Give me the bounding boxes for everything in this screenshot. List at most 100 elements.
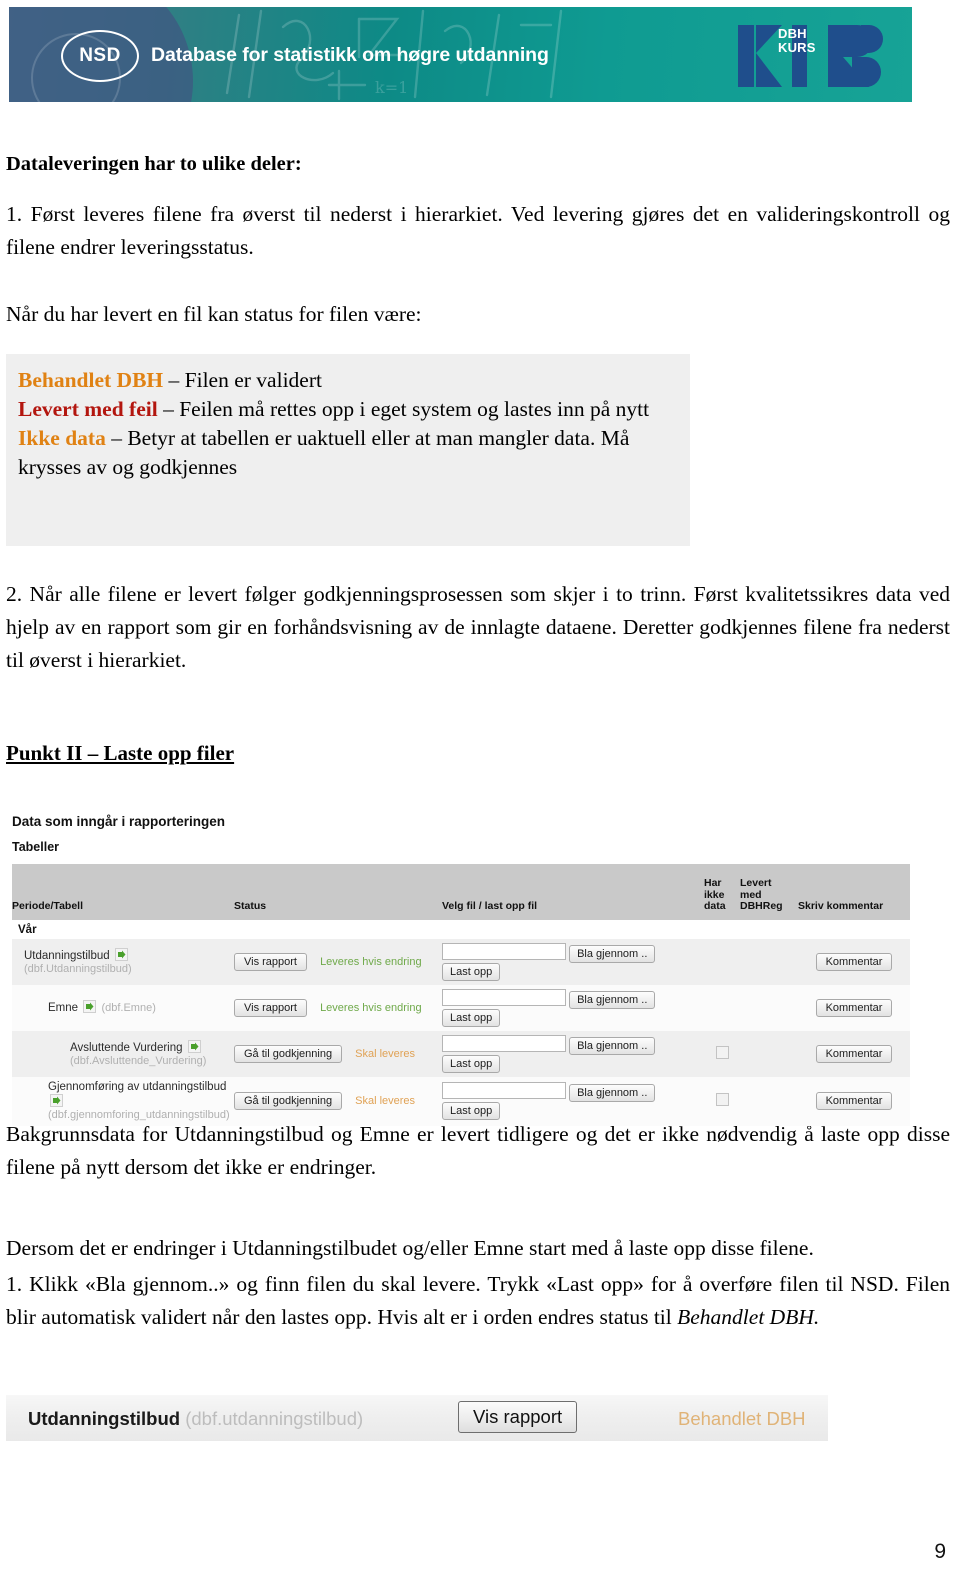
table-header-row: Periode/Tabell Status Velg fil / last op… — [12, 864, 910, 920]
kommentar-button[interactable]: Kommentar — [815, 998, 893, 1017]
file-path-input[interactable] — [442, 988, 566, 1006]
table-dbf-name: (dbf.Utdanningstilbud) — [24, 962, 132, 975]
table-row[interactable]: Emne (dbf.Emne) Vis rapport Leveres hvis… — [12, 984, 910, 1031]
last-opp-button[interactable]: Last opp — [442, 1008, 501, 1027]
file-path-input[interactable] — [442, 942, 566, 960]
go-arrow-icon[interactable] — [187, 1039, 201, 1053]
go-arrow-icon[interactable] — [83, 1000, 97, 1013]
cell-har-ikke-data — [704, 938, 740, 985]
ga-til-godkjenning-button[interactable]: Gå til godkjenning — [234, 1044, 343, 1063]
app-section-title: Data som inngår i rapporteringen — [12, 814, 226, 829]
last-opp-button[interactable]: Last opp — [442, 1102, 501, 1120]
table-name: Gjennomføring av utdanningstilbud — [48, 1080, 227, 1093]
status-legend-item-ikke-data: Ikke data – Betyr at tabellen er uaktuel… — [18, 424, 678, 482]
status-badge: Skal leveres — [355, 1047, 416, 1060]
vis-rapport-button[interactable]: Vis rapport — [234, 998, 307, 1017]
strip-table-name-block: Utdanningstilbud (dbf.utdanningstilbud) — [28, 1408, 363, 1430]
cell-velg-fil: Bla gjennom .. Last opp — [442, 938, 704, 985]
last-opp-button[interactable]: Last opp — [442, 962, 501, 981]
cell-periode-tabell: Gjennomføring av utdanningstilbud (dbf.g… — [12, 1076, 234, 1126]
table-name: Emne — [48, 1002, 79, 1014]
vis-rapport-button[interactable]: Vis rapport — [234, 952, 307, 971]
column-header-status: Status — [234, 900, 267, 912]
app-section-subtitle: Tabeller — [12, 840, 60, 854]
har-ikke-data-line3: data — [704, 900, 726, 912]
column-header-periode-tabell: Periode/Tabell — [12, 900, 83, 912]
table-name-block: Gjennomføring av utdanningstilbud (dbf.g… — [12, 1081, 234, 1122]
cell-levert-med-dbhreg — [740, 938, 798, 985]
har-ikke-data-checkbox[interactable] — [715, 1093, 729, 1106]
kommentar-button[interactable]: Kommentar — [815, 1092, 893, 1110]
kommentar-button[interactable]: Kommentar — [815, 952, 893, 971]
status-legend-item-behandlet: Behandlet DBH – Filen er validert — [18, 366, 678, 395]
table-dbf-name: (dbf.gjennomforing_utdanningstilbud) — [48, 1108, 230, 1121]
status-label-behandlet-dbh: Behandlet DBH — [18, 368, 164, 392]
cell-status: Gå til godkjenning Skal leveres — [234, 1030, 442, 1077]
kommentar-button[interactable]: Kommentar — [815, 1044, 893, 1063]
group-label-var: Vår — [12, 919, 910, 939]
strip-table-dbf-name: (dbf.utdanningstilbud) — [185, 1408, 364, 1429]
dbh-label: DBH — [778, 26, 807, 41]
cell-levert-med-dbhreg — [740, 984, 798, 1031]
table-row[interactable]: Avsluttende Vurdering (dbf.Avsluttende_V… — [12, 1030, 910, 1077]
status-dash-0: – — [163, 368, 185, 392]
cell-har-ikke-data — [704, 1076, 740, 1126]
cell-velg-fil: Bla gjennom .. Last opp — [442, 1076, 704, 1126]
dbh-kurs-logo: DBH KURS — [736, 19, 884, 91]
status-dash-1: – — [157, 397, 180, 421]
column-header-velg-fil: Velg fil / last opp fil — [442, 900, 538, 912]
ga-til-godkjenning-button[interactable]: Gå til godkjenning — [234, 1092, 343, 1110]
table-dbf-name: (dbf.Emne) — [101, 1002, 156, 1014]
cell-har-ikke-data — [704, 1030, 740, 1077]
page-number: 9 — [934, 1540, 946, 1563]
column-header-levert-med-dbhreg: Levert med DBHReg — [740, 864, 798, 920]
section-heading-punkt-ii: Punkt II – Laste opp filer — [6, 741, 235, 765]
paragraph-bakgrunnsdata: Bakgrunnsdata for Utdanningstilbud og Em… — [6, 1122, 950, 1179]
deliveries-table: Periode/Tabell Status Velg fil / last op… — [12, 864, 910, 1126]
status-badge: Leveres hvis endring — [320, 1001, 422, 1014]
bla-gjennom-button[interactable]: Bla gjennom .. — [569, 990, 656, 1009]
file-path-input[interactable] — [442, 1082, 566, 1099]
banner-title: Database for statistikk om høgre utdanni… — [151, 44, 549, 66]
cell-status: Vis rapport Leveres hvis endring — [234, 938, 442, 985]
cell-periode-tabell: Utdanningstilbud (dbf.Utdanningstilbud) — [12, 938, 234, 985]
cell-levert-med-dbhreg — [740, 1076, 798, 1126]
cell-levert-med-dbhreg — [740, 1030, 798, 1077]
table-dbf-name: (dbf.Avsluttende_Vurdering) — [70, 1054, 207, 1067]
cell-har-ikke-data — [704, 984, 740, 1031]
cell-kommentar: Kommentar — [798, 1030, 910, 1077]
last-opp-button[interactable]: Last opp — [442, 1054, 501, 1073]
banner-background: k=1 NSD Database for statistikk om høgre… — [9, 7, 912, 102]
cell-periode-tabell: Avsluttende Vurdering (dbf.Avsluttende_V… — [12, 1030, 234, 1077]
har-ikke-data-checkbox[interactable] — [715, 1045, 729, 1059]
status-badge: Leveres hvis endring — [320, 955, 422, 968]
embedded-app-screenshot: Data som inngår i rapporteringen Tabelle… — [8, 808, 914, 1126]
table-body: Vår Utdanningstilbud (dbf.Utdanningstilb… — [12, 919, 910, 1126]
status-label-levert-med-feil: Levert med feil — [18, 397, 158, 421]
file-path-input[interactable] — [442, 1034, 566, 1052]
table-name: Avsluttende Vurdering — [70, 1041, 183, 1054]
table-row[interactable]: Gjennomføring av utdanningstilbud (dbf.g… — [12, 1076, 910, 1126]
go-arrow-icon[interactable] — [114, 947, 128, 961]
table-row[interactable]: Utdanningstilbud (dbf.Utdanningstilbud) … — [12, 938, 910, 985]
bla-gjennom-button[interactable]: Bla gjennom .. — [569, 1036, 656, 1055]
bottom-strip-screenshot: Utdanningstilbud (dbf.utdanningstilbud) … — [6, 1395, 828, 1441]
paragraph-status-intro: Når du har levert en fil kan status for … — [6, 302, 422, 326]
paragraph-klikk-italic-status: Behandlet DBH. — [677, 1305, 820, 1329]
bla-gjennom-button[interactable]: Bla gjennom .. — [569, 1084, 656, 1102]
cell-velg-fil: Bla gjennom .. Last opp — [442, 1030, 704, 1077]
go-arrow-icon[interactable] — [50, 1093, 63, 1107]
nsd-logo-text: NSD — [79, 45, 121, 66]
paragraph-klikk-bla-gjennom: 1. Klikk «Bla gjennom..» og finn filen d… — [6, 1268, 950, 1334]
cell-kommentar: Kommentar — [798, 938, 910, 985]
strip-vis-rapport-button[interactable]: Vis rapport — [458, 1401, 578, 1433]
table-group-row-var: Vår — [12, 919, 910, 939]
status-dash-2: – — [105, 426, 128, 450]
bla-gjennom-button[interactable]: Bla gjennom .. — [569, 944, 656, 963]
kurs-label: KURS — [778, 39, 816, 55]
cell-status: Vis rapport Leveres hvis endring — [234, 984, 442, 1031]
svg-text:k=1: k=1 — [375, 78, 408, 97]
status-legend-item-levert-med-feil: Levert med feil – Feilen må rettes opp i… — [18, 395, 678, 424]
cell-status: Gå til godkjenning Skal leveres — [234, 1076, 442, 1126]
column-header-skriv-kommentar: Skriv kommentar — [798, 900, 884, 912]
